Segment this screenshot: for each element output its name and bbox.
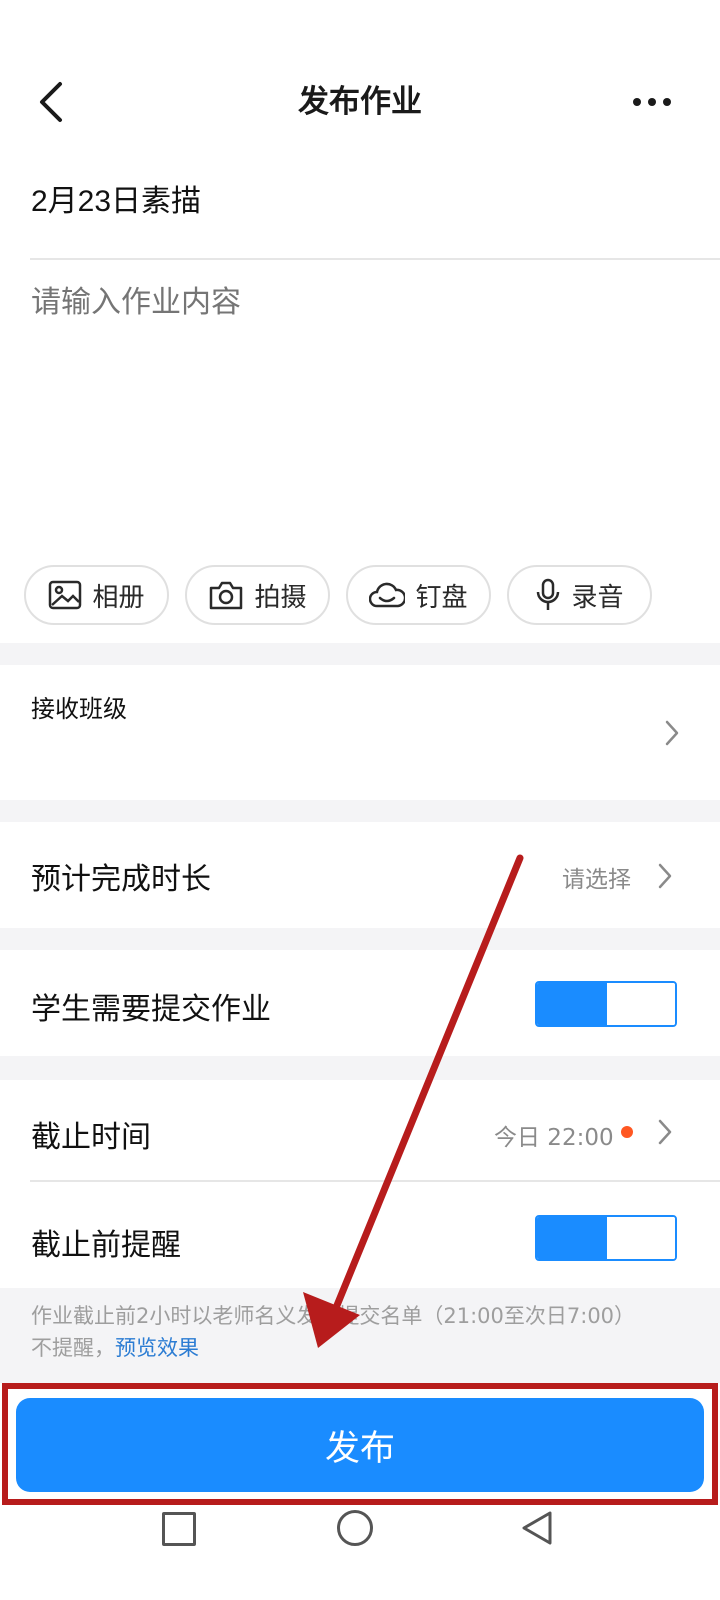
need-submit-label: 学生需要提交作业 [31,992,271,1027]
homework-title-input[interactable] [31,180,691,224]
record-button[interactable]: 录音 [507,565,652,625]
section-gap [0,643,720,665]
duration-value: 请选择 [562,867,631,893]
deadline-label: 截止时间 [31,1120,151,1155]
receive-class-row[interactable]: 接收班级 [0,665,720,800]
duration-label: 预计完成时长 [31,862,211,897]
section-gap [0,928,720,950]
image-icon [49,580,82,610]
need-submit-toggle[interactable] [535,981,677,1027]
hint-text: 作业截止前2小时以老师名义发布提交名单（21:00至次日7:00） [31,1304,636,1328]
chevron-right-icon [658,1119,672,1145]
recent-apps-icon[interactable] [162,1512,196,1546]
divider [30,258,720,260]
camera-label: 拍摄 [254,582,307,613]
homework-content-input[interactable] [31,280,691,520]
duration-row[interactable]: 预计完成时长 请选择 [0,822,720,928]
preview-link[interactable]: 预览效果 [115,1336,199,1360]
chevron-right-icon [658,863,672,889]
back-nav-icon[interactable] [520,1510,554,1546]
reminder-label: 截止前提醒 [31,1228,181,1263]
camera-icon [210,581,243,610]
deadline-row[interactable]: 截止时间 今日 22:00 [0,1080,720,1180]
section-gap [0,800,720,822]
drive-label: 钉盘 [415,582,468,613]
need-submit-row: 学生需要提交作业 [0,950,720,1056]
album-label: 相册 [92,582,145,613]
record-label: 录音 [571,582,624,613]
cloud-drive-icon [369,582,406,608]
drive-button[interactable]: 钉盘 [346,565,491,625]
microphone-icon [537,578,560,610]
more-icon[interactable] [620,80,684,124]
reminder-hint: 作业截止前2小时以老师名义发布提交名单（21:00至次日7:00） 不提醒，预览… [31,1300,691,1364]
receive-class-label: 接收班级 [31,695,127,723]
section-gap [0,1056,720,1080]
system-navbar [0,1510,720,1600]
status-bar [0,0,720,50]
hint-text-prefix: 不提醒， [31,1336,115,1360]
home-icon[interactable] [337,1510,373,1546]
chevron-right-icon [665,720,679,746]
page-title: 发布作业 [298,84,422,120]
album-button[interactable]: 相册 [24,565,169,625]
publish-button[interactable]: 发布 [16,1398,704,1492]
unread-dot [621,1126,633,1138]
reminder-toggle[interactable] [535,1215,677,1261]
reminder-row: 截止前提醒 [0,1182,720,1288]
deadline-value: 今日 22:00 [494,1125,614,1151]
camera-button[interactable]: 拍摄 [185,565,330,625]
